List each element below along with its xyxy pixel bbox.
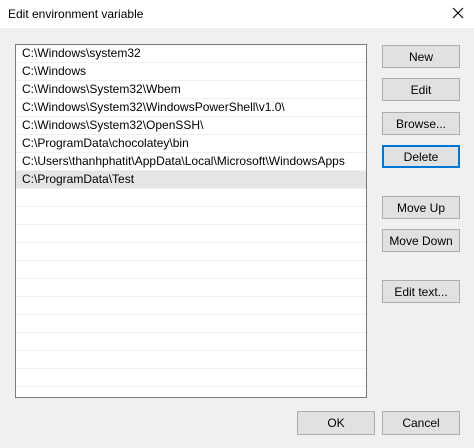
close-icon	[452, 7, 464, 22]
empty-list-row	[16, 189, 366, 207]
empty-list-row	[16, 207, 366, 225]
empty-list-row	[16, 243, 366, 261]
list-item[interactable]: C:\ProgramData\Test	[16, 171, 366, 189]
new-button[interactable]: New	[382, 45, 460, 68]
list-item[interactable]: C:\Users\thanhphatit\AppData\Local\Micro…	[16, 153, 366, 171]
empty-list-row	[16, 387, 366, 397]
browse-button[interactable]: Browse...	[382, 112, 460, 135]
cancel-button[interactable]: Cancel	[382, 411, 460, 435]
list-item[interactable]: C:\Windows\System32\WindowsPowerShell\v1…	[16, 99, 366, 117]
list-item[interactable]: C:\ProgramData\chocolatey\bin	[16, 135, 366, 153]
empty-list-row	[16, 351, 366, 369]
move-down-button[interactable]: Move Down	[382, 229, 460, 252]
list-item[interactable]: C:\Windows\System32\OpenSSH\	[16, 117, 366, 135]
list-item[interactable]: C:\Windows\System32\Wbem	[16, 81, 366, 99]
empty-list-row	[16, 297, 366, 315]
edit-button[interactable]: Edit	[382, 78, 460, 101]
list-item[interactable]: C:\Windows\system32	[16, 45, 366, 63]
empty-list-row	[16, 225, 366, 243]
title-bar: Edit environment variable	[0, 0, 474, 28]
ok-button[interactable]: OK	[297, 411, 375, 435]
path-list[interactable]: C:\Windows\system32 C:\Windows C:\Windows\…	[15, 44, 367, 398]
close-button[interactable]	[442, 0, 474, 28]
list-item[interactable]: C:\Windows	[16, 63, 366, 81]
move-up-button[interactable]: Move Up	[382, 196, 460, 219]
window-title: Edit environment variable	[8, 7, 144, 21]
empty-list-row	[16, 333, 366, 351]
delete-button[interactable]: Delete	[382, 145, 460, 168]
empty-list-row	[16, 315, 366, 333]
empty-list-row	[16, 279, 366, 297]
empty-list-row	[16, 261, 366, 279]
empty-list-row	[16, 369, 366, 387]
edit-text-button[interactable]: Edit text...	[382, 280, 460, 303]
